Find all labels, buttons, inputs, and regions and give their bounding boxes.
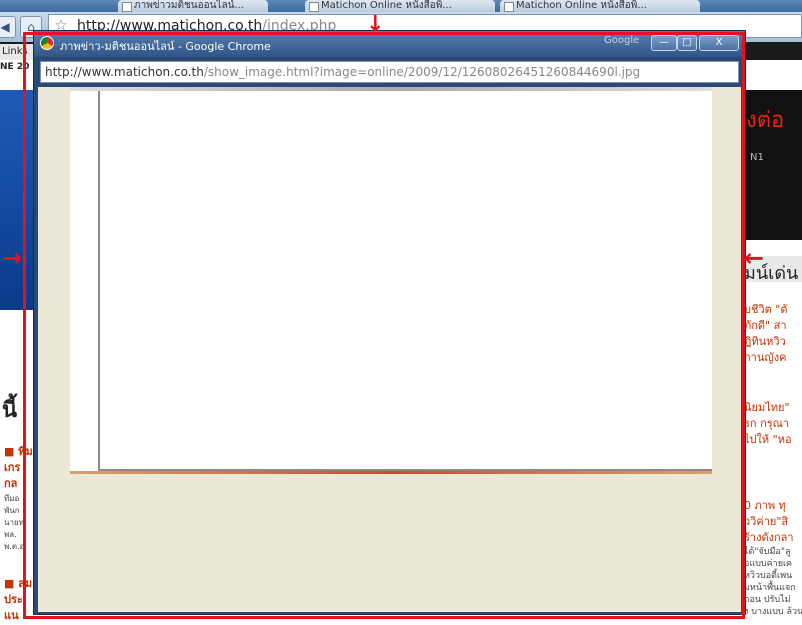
tab-label: Matichon Online หนังสือพิ... xyxy=(321,0,452,11)
annotation-right-arrow-icon: → xyxy=(2,244,23,272)
background-tab-1[interactable]: ภาพข่าวมติชนออนไลน์... xyxy=(118,0,268,12)
right-banner-sub: N1 xyxy=(750,152,764,163)
background-right-column: งต่อ N1 มน์เด่น บชีวิต "ตั ภักดี" สา ฏิท… xyxy=(742,60,802,625)
left-heading: นี้ xyxy=(2,398,18,423)
annotation-red-rectangle xyxy=(23,32,745,619)
left-item[interactable]: แน xyxy=(4,606,19,624)
background-tab-strip: ภาพข่าวมติชนออนไลน์... Matichon Online ห… xyxy=(0,0,802,12)
tab-favicon-icon xyxy=(122,2,132,12)
right-story-line[interactable]: ไปให้ "หอ xyxy=(744,430,792,448)
tab-label: ภาพข่าวมติชนออนไลน์... xyxy=(134,0,244,11)
tab-label: Matichon Online หนังสือพิ... xyxy=(516,0,647,11)
left-small-line: พ.ต.อ xyxy=(4,542,25,551)
right-small-line: ง บางแบบ ล้วนแ xyxy=(744,607,802,617)
annotation-down-arrow-icon: ↓ xyxy=(366,12,385,37)
background-tab-3[interactable]: Matichon Online หนังสือพิ... xyxy=(500,0,700,12)
right-story-line[interactable]: กานญังค xyxy=(744,348,786,366)
tab-favicon-icon xyxy=(504,2,514,12)
tab-favicon-icon xyxy=(309,2,319,12)
back-button[interactable]: ◀ xyxy=(0,16,16,38)
left-item[interactable]: กล xyxy=(4,474,17,492)
annotation-left-arrow-icon: ← xyxy=(744,244,765,272)
background-tab-2[interactable]: Matichon Online หนังสือพิ... xyxy=(305,0,495,12)
right-banner-title: งต่อ xyxy=(746,108,785,133)
